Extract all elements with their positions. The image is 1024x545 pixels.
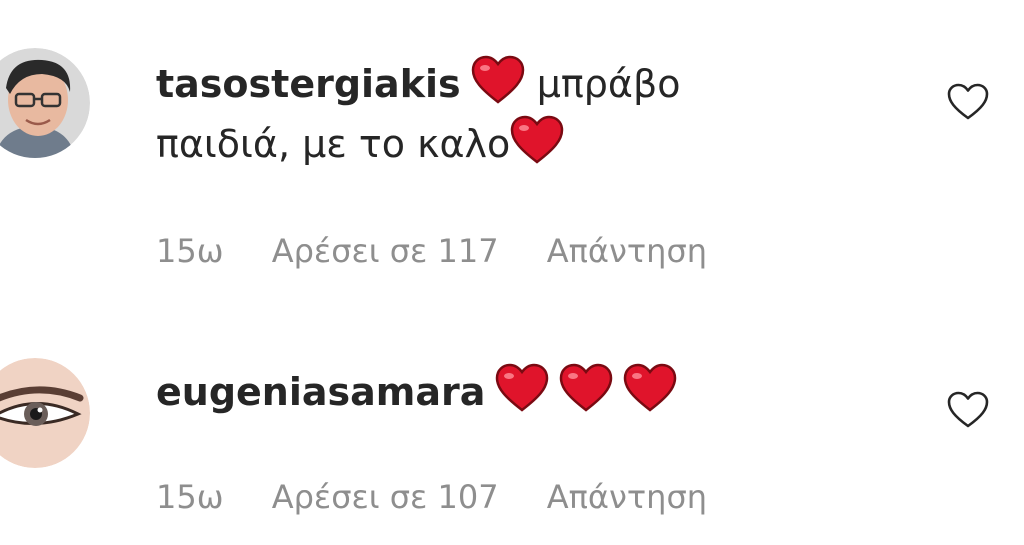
comment-item: tasostergiakis μπράβο παιδιά, με το καλο… [0, 0, 1024, 300]
reply-button[interactable]: Απάντηση [547, 478, 707, 516]
username-link[interactable]: eugeniasamara [156, 370, 485, 414]
like-heart-icon[interactable] [946, 390, 990, 430]
comment-body-part2: παιδιά, με το καλο [156, 122, 511, 166]
avatar-eye-closeup-icon [0, 358, 90, 468]
likes-count[interactable]: Αρέσει σε 117 [272, 232, 499, 270]
like-heart-icon[interactable] [946, 82, 990, 122]
comment-time[interactable]: 15ω [156, 478, 224, 516]
red-heart-emoji-icon [510, 115, 564, 165]
user-avatar[interactable] [0, 48, 90, 158]
red-heart-emoji-icon [471, 55, 525, 105]
comment-meta: 15ω Αρέσει σε 107 Απάντηση [156, 478, 745, 516]
red-heart-emoji-icon [623, 363, 677, 413]
comment-text: tasostergiakis μπράβο παιδιά, με το καλο [156, 54, 776, 174]
comment-meta: 15ω Αρέσει σε 117 Απάντηση [156, 232, 745, 270]
comment-text: eugeniasamara [156, 362, 776, 422]
avatar-man-glasses-icon [0, 48, 90, 158]
comment-item: eugeniasamara 15ω Αρέσει σε 107 Απάντηση [0, 300, 1024, 545]
comment-time[interactable]: 15ω [156, 232, 224, 270]
red-heart-emoji-icon [495, 363, 549, 413]
comment-body-part1: μπράβο [536, 62, 681, 106]
red-heart-emoji-icon [559, 363, 613, 413]
username-link[interactable]: tasostergiakis [156, 62, 461, 106]
likes-count[interactable]: Αρέσει σε 107 [272, 478, 499, 516]
user-avatar[interactable] [0, 358, 90, 468]
reply-button[interactable]: Απάντηση [547, 232, 707, 270]
